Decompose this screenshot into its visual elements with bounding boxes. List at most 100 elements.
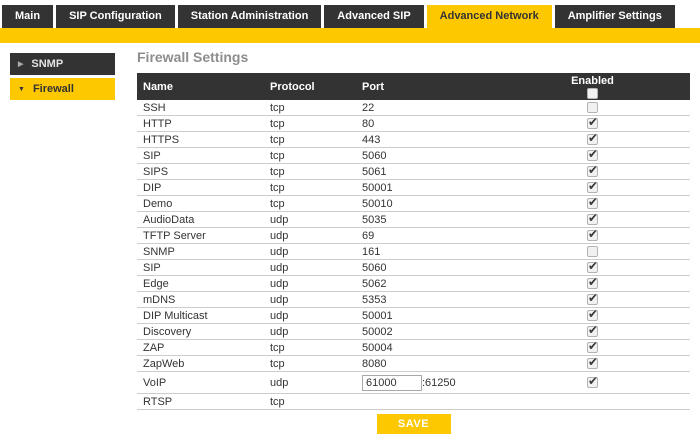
row-enabled-cell xyxy=(495,377,690,388)
row-port: 50001 xyxy=(362,310,495,322)
row-enabled-cell xyxy=(495,310,690,321)
table-row: SIP udp 5060 xyxy=(137,260,690,276)
row-name: Edge xyxy=(137,278,270,290)
sip-enabled-checkbox[interactable] xyxy=(587,150,598,161)
column-header-name: Name xyxy=(137,73,270,100)
voip-port-input[interactable] xyxy=(362,375,422,391)
row-enabled-cell xyxy=(495,198,690,209)
tab-advanced-network[interactable]: Advanced Network xyxy=(427,5,552,28)
table-row: TFTP Server udp 69 xyxy=(137,228,690,244)
accent-bar xyxy=(0,28,700,43)
table-row: ZapWeb tcp 8080 xyxy=(137,356,690,372)
row-port: 5061 xyxy=(362,166,495,178)
sidebar: ▶ SNMP ▼ Firewall xyxy=(10,53,115,103)
row-protocol: tcp xyxy=(270,358,362,370)
row-port: 8080 xyxy=(362,358,495,370)
table-row: mDNS udp 5353 xyxy=(137,292,690,308)
row-port: 80 xyxy=(362,118,495,130)
row-name: Discovery xyxy=(137,326,270,338)
row-name: RTSP xyxy=(137,396,270,408)
zap-enabled-checkbox[interactable] xyxy=(587,342,598,353)
ssh-enabled-checkbox[interactable] xyxy=(587,102,598,113)
save-button[interactable]: SAVE xyxy=(377,414,451,434)
table-row: Edge udp 5062 xyxy=(137,276,690,292)
row-port: 50004 xyxy=(362,342,495,354)
row-protocol: udp xyxy=(270,326,362,338)
triangle-down-icon: ▼ xyxy=(18,86,25,93)
table-row: Discovery udp 50002 xyxy=(137,324,690,340)
mdns-enabled-checkbox[interactable] xyxy=(587,294,598,305)
voip-enabled-checkbox[interactable] xyxy=(587,377,598,388)
table-row: SIPS tcp 5061 xyxy=(137,164,690,180)
audiodata-enabled-checkbox[interactable] xyxy=(587,214,598,225)
row-name: Demo xyxy=(137,198,270,210)
sips-enabled-checkbox[interactable] xyxy=(587,166,598,177)
table-row: DIP tcp 50001 xyxy=(137,180,690,196)
discovery-enabled-checkbox[interactable] xyxy=(587,326,598,337)
column-header-protocol: Protocol xyxy=(270,73,362,100)
port-range-group: :61250 xyxy=(362,375,495,391)
sidebar-item-snmp[interactable]: ▶ SNMP xyxy=(10,53,115,75)
edge-enabled-checkbox[interactable] xyxy=(587,278,598,289)
row-enabled-cell xyxy=(495,278,690,289)
row-name: TFTP Server xyxy=(137,230,270,242)
table-header: Name Protocol Port Enabled xyxy=(137,73,690,100)
row-name: SIP xyxy=(137,150,270,162)
row-port: 50001 xyxy=(362,182,495,194)
dip-multicast-enabled-checkbox[interactable] xyxy=(587,310,598,321)
demo-enabled-checkbox[interactable] xyxy=(587,198,598,209)
sidebar-item-label: Firewall xyxy=(33,83,74,95)
row-port: 5060 xyxy=(362,262,495,274)
triangle-right-icon: ▶ xyxy=(18,60,23,68)
table-row: HTTPS tcp 443 xyxy=(137,132,690,148)
row-name: DIP Multicast xyxy=(137,310,270,322)
row-enabled-cell xyxy=(495,214,690,225)
row-enabled-cell xyxy=(495,182,690,193)
row-name: ZAP xyxy=(137,342,270,354)
tab-sip-configuration[interactable]: SIP Configuration xyxy=(56,5,175,28)
table-row: SSH tcp 22 xyxy=(137,100,690,116)
row-protocol: tcp xyxy=(270,342,362,354)
row-enabled-cell xyxy=(495,326,690,337)
row-name: SSH xyxy=(137,102,270,114)
enabled-all-checkbox[interactable] xyxy=(587,88,598,99)
snmp-enabled-checkbox[interactable] xyxy=(587,246,598,257)
row-protocol: tcp xyxy=(270,118,362,130)
row-name: AudioData xyxy=(137,214,270,226)
tab-amplifier-settings[interactable]: Amplifier Settings xyxy=(555,5,675,28)
main-content: Firewall Settings Name Protocol Port Ena… xyxy=(137,43,690,434)
row-enabled-cell xyxy=(495,262,690,273)
http-enabled-checkbox[interactable] xyxy=(587,118,598,129)
row-protocol: udp xyxy=(270,230,362,242)
row-name: HTTPS xyxy=(137,134,270,146)
https-enabled-checkbox[interactable] xyxy=(587,134,598,145)
table-row: HTTP tcp 80 xyxy=(137,116,690,132)
row-protocol: tcp xyxy=(270,198,362,210)
row-enabled-cell xyxy=(495,246,690,257)
port-range-suffix: :61250 xyxy=(422,377,456,389)
sidebar-item-firewall[interactable]: ▼ Firewall xyxy=(10,78,115,100)
table-row: VoIP udp :61250 xyxy=(137,372,690,394)
row-enabled-cell xyxy=(495,102,690,113)
sip-enabled-checkbox[interactable] xyxy=(587,262,598,273)
tab-station-administration[interactable]: Station Administration xyxy=(178,5,322,28)
row-protocol: tcp xyxy=(270,182,362,194)
row-name: SIPS xyxy=(137,166,270,178)
tab-advanced-sip[interactable]: Advanced SIP xyxy=(324,5,423,28)
row-enabled-cell xyxy=(495,150,690,161)
column-header-port: Port xyxy=(362,73,495,100)
table-row: SIP tcp 5060 xyxy=(137,148,690,164)
tftp-server-enabled-checkbox[interactable] xyxy=(587,230,598,241)
row-name: SIP xyxy=(137,262,270,274)
row-port: 50010 xyxy=(362,198,495,210)
row-port: 5035 xyxy=(362,214,495,226)
row-port: 5353 xyxy=(362,294,495,306)
row-enabled-cell xyxy=(495,134,690,145)
zapweb-enabled-checkbox[interactable] xyxy=(587,358,598,369)
sidebar-item-label: SNMP xyxy=(31,58,63,70)
tab-bar: MainSIP ConfigurationStation Administrat… xyxy=(0,0,700,28)
row-enabled-cell xyxy=(495,166,690,177)
dip-enabled-checkbox[interactable] xyxy=(587,182,598,193)
tab-main[interactable]: Main xyxy=(2,5,53,28)
row-enabled-cell xyxy=(495,294,690,305)
